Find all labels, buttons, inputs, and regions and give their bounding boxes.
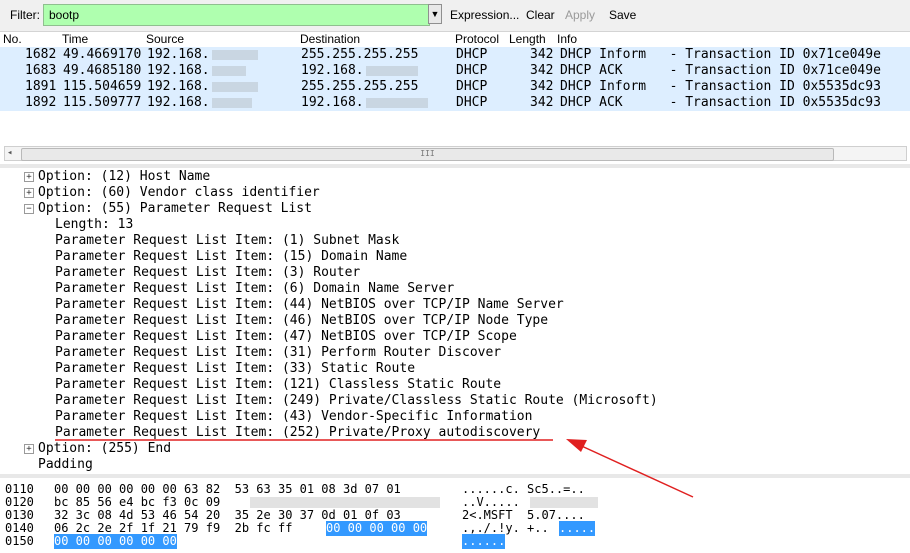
annotation-arrow-head: [566, 439, 587, 452]
annotation-overlay: [55, 439, 694, 498]
annotation-arrow-shaft: [574, 442, 694, 498]
